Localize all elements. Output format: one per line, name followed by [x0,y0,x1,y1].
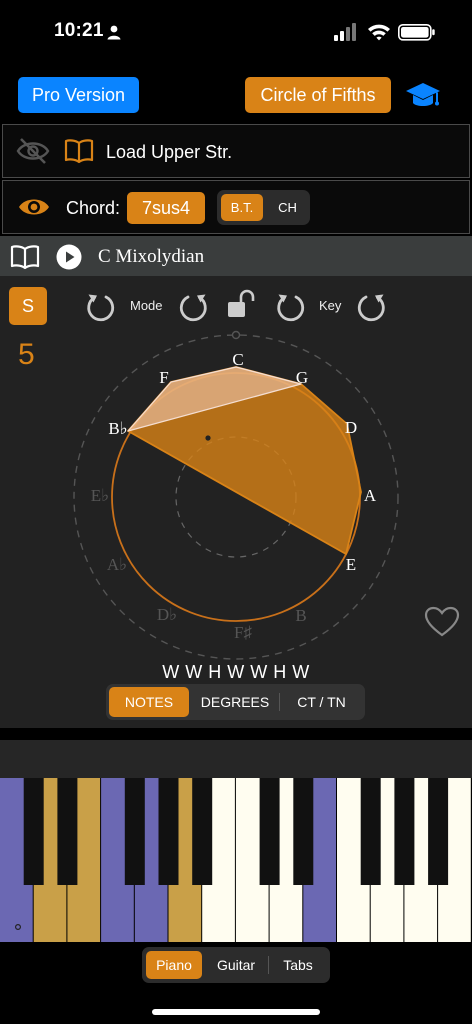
upper-structure-row[interactable]: Load Upper Str. [2,124,470,178]
piano-header [0,740,472,778]
piano-black-key[interactable] [23,778,44,885]
circle-of-fifths-diagram[interactable]: C G D A E B F♯ D♭ A♭ E♭ B♭ F [0,276,472,676]
segment-degrees[interactable]: DEGREES [192,687,278,717]
outer-ring-handle [231,330,241,340]
segment-divider [279,693,280,711]
segment-tabs[interactable]: Tabs [270,951,326,979]
piano-black-key[interactable] [394,778,415,885]
piano-black-key[interactable] [428,778,449,885]
note-label-b-flat: B♭ [108,419,127,438]
status-time: 10:21 [54,20,104,41]
interval-steps: W W H W W H W [162,662,310,682]
scale-bar: C Mixolydian [0,236,472,276]
bt-ch-segment: B.T. CH [217,190,310,225]
chord-row: Chord: 7sus4 B.T. CH [2,180,470,234]
eye-icon[interactable] [17,194,51,220]
note-label-c: C [232,350,243,369]
eye-slash-icon[interactable] [16,137,50,165]
rotate-left-icon[interactable] [84,290,116,322]
note-label-f-sharp: F♯ [234,623,252,642]
heart-icon[interactable] [424,606,460,638]
piano-black-key[interactable] [158,778,179,885]
unlock-icon[interactable] [225,288,257,320]
piano-black-key[interactable] [57,778,78,885]
piano-black-key[interactable] [192,778,213,885]
segment-divider [268,956,269,974]
step-number: 5 [18,338,35,371]
note-label-e: E [346,555,356,574]
mode-label: Mode [130,298,163,313]
home-indicator [152,1009,320,1015]
graduation-cap-icon[interactable] [405,80,441,112]
center-dot [205,435,211,441]
circle-of-fifths-button[interactable]: Circle of Fifths [245,77,391,113]
segment-ct-tn[interactable]: CT / TN [281,687,362,717]
chord-label: Chord: [66,198,121,218]
note-label-d-flat: D♭ [157,605,177,624]
segment-guitar[interactable]: Guitar [204,951,268,979]
piano-black-key[interactable] [259,778,280,885]
wifi-icon [368,24,390,41]
cellular-signal-icon [334,23,356,41]
book-icon[interactable] [10,244,40,270]
segment-ch[interactable]: CH [269,194,306,221]
view-mode-segment: NOTES DEGREES CT / TN [106,684,365,720]
note-label-a-flat: A♭ [107,555,127,574]
chord-type-button[interactable]: 7sus4 [127,192,205,224]
play-icon[interactable] [56,244,82,270]
load-upper-structure-label: Load Upper Str. [106,142,233,162]
piano-black-key[interactable] [360,778,381,885]
note-label-g: G [296,368,308,387]
segment-piano[interactable]: Piano [146,951,202,979]
s-button[interactable]: S [9,287,47,325]
scale-name: C Mixolydian [98,246,205,267]
status-icons [334,23,435,41]
key-label: Key [319,298,342,313]
note-label-b: B [295,606,306,625]
pro-version-button[interactable]: Pro Version [18,77,139,113]
rotate-right-icon[interactable] [178,290,210,322]
note-label-f: F [159,368,168,387]
person-icon [107,25,121,40]
battery-icon [398,24,435,41]
piano-keyboard[interactable] [0,778,472,944]
status-bar: 10:21 [0,0,472,62]
rotate-left-icon[interactable] [274,290,306,322]
note-label-a: A [364,486,377,505]
note-label-d: D [345,418,357,437]
piano-black-key[interactable] [293,778,314,885]
book-icon[interactable] [64,138,94,164]
note-label-e-flat: E♭ [91,486,109,505]
rotate-right-icon[interactable] [356,290,388,322]
circle-panel: C G D A E B F♯ D♭ A♭ E♭ B♭ F S 5 Mode Ke… [0,276,472,728]
instrument-segment: Piano Guitar Tabs [142,947,330,983]
piano-black-key[interactable] [124,778,145,885]
segment-notes[interactable]: NOTES [109,687,189,717]
segment-bt[interactable]: B.T. [221,194,263,221]
